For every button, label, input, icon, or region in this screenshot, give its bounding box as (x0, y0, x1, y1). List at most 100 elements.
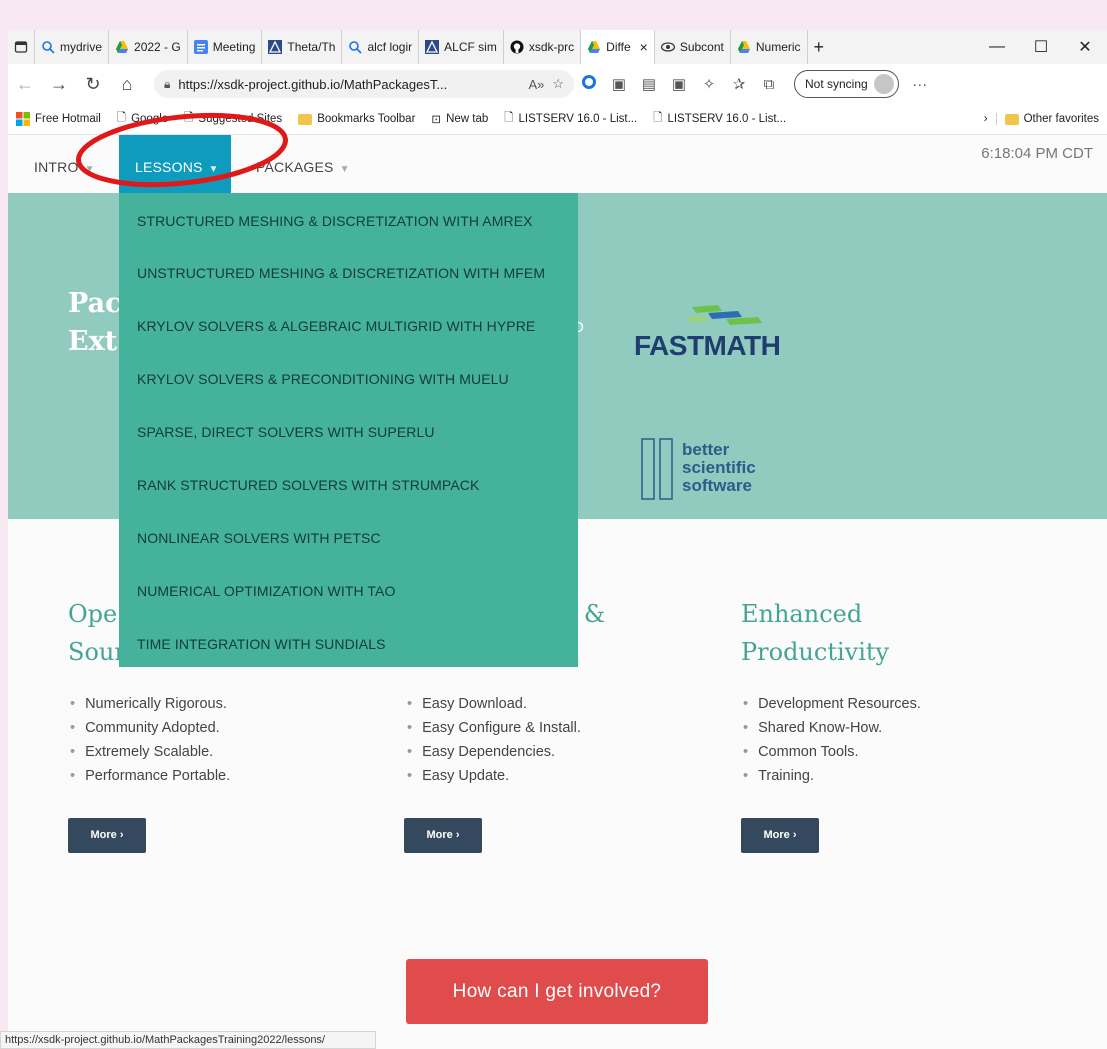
tab-alcf-sim[interactable]: ALCF sim (419, 30, 504, 64)
bookmarks-overflow-button[interactable]: › (976, 113, 996, 125)
extension-circle-icon[interactable] (574, 75, 604, 93)
bssw-logo[interactable]: better scientific software (640, 437, 800, 501)
window-top-strip (0, 0, 1107, 30)
list-item: Development Resources. (743, 692, 921, 716)
list-item: Training. (743, 764, 921, 788)
feature-column-open-source: Ope Sour (68, 595, 126, 671)
menu-item-strumpack[interactable]: RANK STRUCTURED SOLVERS WITH STRUMPACK (137, 477, 479, 493)
feature-list: Easy Download. Easy Configure & Install.… (407, 692, 581, 788)
page-icon: 🗋︎ (504, 111, 514, 124)
bookmark-listserv-2[interactable]: 🗋︎ LISTSERV 16.0 - List... (645, 110, 794, 129)
address-bar-row: ← → ↻ ⌂ 🔒︎ https://xsdk-project.github.i… (8, 64, 1107, 104)
folder-icon (298, 113, 313, 125)
new-tab-icon: ⊡ (431, 114, 442, 126)
menu-item-superlu[interactable]: SPARSE, DIRECT SOLVERS WITH SUPERLU (137, 424, 435, 440)
refresh-button[interactable]: ↻ (76, 74, 110, 95)
lessons-dropdown-menu: STRUCTURED MESHING & DISCRETIZATION WITH… (119, 193, 578, 667)
plus-icon: + (813, 36, 825, 57)
menu-item-petsc[interactable]: NONLINEAR SOLVERS WITH PETSC (137, 530, 381, 546)
extension-icon[interactable]: ▤ (634, 75, 664, 93)
avatar (873, 74, 894, 94)
read-aloud-icon[interactable]: A» (528, 77, 544, 92)
tab-label: Numeric (755, 40, 801, 54)
maximize-button[interactable]: ☐ (1019, 37, 1063, 57)
alcf-icon (268, 40, 283, 54)
tab-actions-icon (14, 41, 28, 53)
menu-item-amrex[interactable]: STRUCTURED MESHING & DISCRETIZATION WITH… (137, 213, 533, 229)
tab-label: alcf logir (367, 40, 413, 54)
menu-item-hypre[interactable]: KRYLOV SOLVERS & ALGEBRAIC MULTIGRID WIT… (137, 318, 535, 334)
drive-icon (116, 41, 129, 53)
list-item: Easy Update. (407, 764, 581, 788)
tab-label: mydrive (60, 40, 103, 54)
extensions-puzzle-icon[interactable]: ✧ (694, 75, 724, 93)
home-button[interactable]: ⌂ (110, 74, 144, 95)
tab-label: Meeting (212, 40, 256, 54)
tab-bar: mydrive 2022 - G Meeting Theta/Th alcf l… (8, 30, 1107, 64)
bssw-text: software (682, 476, 752, 495)
tab-subcont[interactable]: Subcont (655, 30, 731, 64)
favorite-star-icon[interactable]: ☆ (552, 76, 564, 92)
bookmark-label: LISTSERV 16.0 - List... (518, 113, 638, 125)
list-item: Community Adopted. (70, 716, 230, 740)
tab-alcf-login[interactable]: alcf logir (342, 30, 420, 64)
tab-xsdk[interactable]: xsdk-prc (504, 30, 582, 64)
feature-list: Numerically Rigorous. Community Adopted.… (70, 692, 230, 788)
favorites-icon[interactable]: ✰ (724, 75, 754, 93)
collections-icon[interactable]: ⧉ (754, 76, 784, 93)
hero-title-line: Pac (68, 288, 122, 319)
fastmath-logo[interactable]: FASTMATH (630, 299, 810, 369)
tab-meeting[interactable]: Meeting (188, 30, 263, 64)
menu-item-tao[interactable]: NUMERICAL OPTIMIZATION WITH TAO (137, 583, 395, 599)
drive-icon (737, 41, 750, 53)
bookmark-label: New tab (446, 113, 489, 125)
tab-2022[interactable]: 2022 - G (109, 30, 188, 64)
tab-actions[interactable] (8, 30, 35, 64)
sync-label: Not syncing (805, 77, 868, 91)
column-heading: Productivity (741, 638, 890, 666)
close-tab-icon[interactable]: × (640, 39, 648, 55)
tab-mydrive[interactable]: mydrive (35, 30, 110, 64)
bookmark-listserv-1[interactable]: 🗋︎ LISTSERV 16.0 - List... (496, 110, 645, 129)
new-tab-button[interactable]: + (808, 30, 831, 64)
fastmath-text: FASTMATH (634, 330, 780, 361)
list-item: Performance Portable. (70, 764, 230, 788)
close-window-button[interactable]: ✕ (1063, 37, 1107, 57)
extension-icon[interactable]: ▣ (604, 75, 634, 93)
column-heading: Sour (68, 638, 126, 666)
docs-icon (193, 40, 208, 54)
column-heading: Enhanced (741, 600, 863, 628)
page-icon: 🗋︎ (653, 111, 663, 124)
menu-item-muelu[interactable]: KRYLOV SOLVERS & PRECONDITIONING WITH MU… (137, 371, 509, 387)
more-button[interactable]: More › (68, 818, 146, 853)
bookmark-new-tab[interactable]: ⊡ New tab (423, 112, 496, 126)
settings-more-button[interactable]: ··· (905, 76, 935, 93)
list-item: Easy Configure & Install. (407, 716, 581, 740)
tab-label: Diffe (606, 40, 631, 54)
profile-sync-button[interactable]: Not syncing (794, 70, 899, 98)
list-item: Extremely Scalable. (70, 740, 230, 764)
search-icon (349, 41, 363, 54)
bookmark-other-favorites[interactable]: Other favorites (995, 113, 1107, 125)
get-involved-button[interactable]: How can I get involved? (406, 959, 708, 1024)
forward-button[interactable]: → (42, 74, 76, 95)
hero-title: Pac Ext (68, 285, 122, 361)
url-field[interactable]: 🔒︎ https://xsdk-project.github.io/MathPa… (154, 70, 574, 98)
github-icon (510, 40, 524, 54)
column-heading: Ope (68, 600, 118, 628)
more-button[interactable]: More › (741, 818, 819, 853)
bookmark-label: Other favorites (1023, 113, 1099, 125)
extension-icon[interactable]: ▣ (664, 75, 694, 93)
back-button[interactable]: ← (8, 74, 42, 95)
tab-theta[interactable]: Theta/Th (262, 30, 343, 64)
more-button[interactable]: More › (404, 818, 482, 853)
window-left-edge (0, 30, 8, 1049)
minimize-button[interactable]: — (975, 38, 1019, 56)
feature-column-productivity: Enhanced Productivity (741, 595, 889, 671)
tab-numeric[interactable]: Numeric (731, 30, 808, 64)
menu-item-mfem[interactable]: UNSTRUCTURED MESHING & DISCRETIZATION WI… (137, 265, 545, 281)
bookmark-folder-toolbar[interactable]: Bookmarks Toolbar (290, 113, 423, 125)
tab-diff-active[interactable]: Diffe × (581, 30, 655, 64)
menu-item-sundials[interactable]: TIME INTEGRATION WITH SUNDIALS (137, 636, 386, 652)
tab-label: xsdk-prc (528, 40, 575, 54)
